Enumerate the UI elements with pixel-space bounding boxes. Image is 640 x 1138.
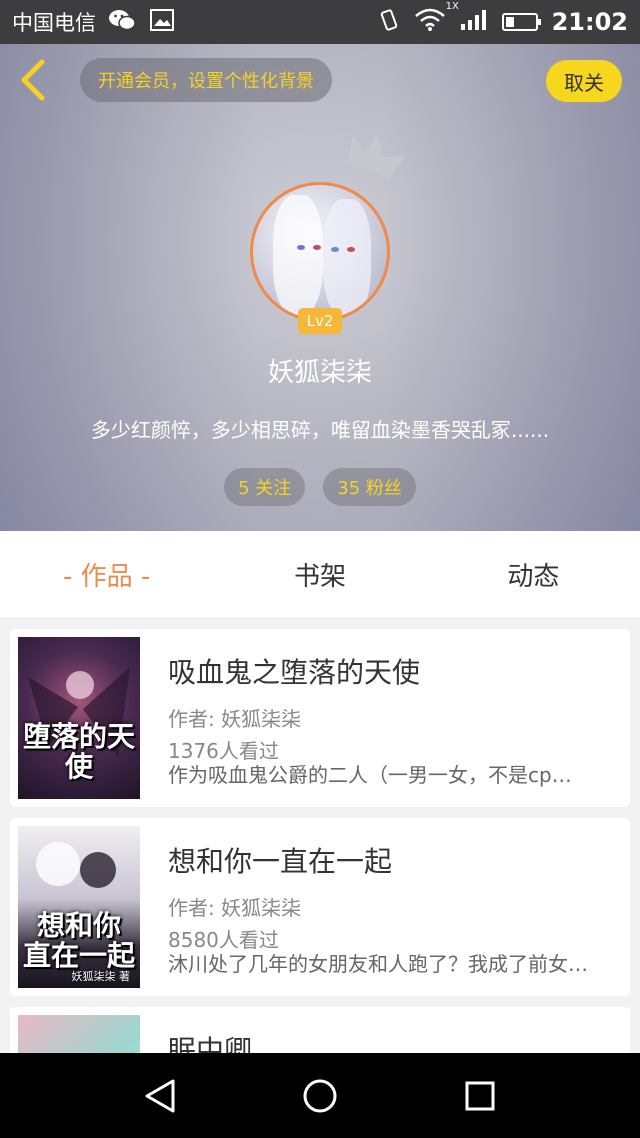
circle-home-icon — [303, 1079, 337, 1112]
status-bar: 中国电信 1X 21:02 — [0, 0, 640, 44]
book-title: 想和你一直在一起 — [168, 845, 393, 878]
book-description: 沐川处了几年的女朋友和人跑了？我成了前女… — [168, 952, 588, 976]
signal-icon: 1X — [446, 1, 488, 35]
book-author: 作者: 妖狐柒柒 — [168, 896, 302, 920]
tab-activity[interactable]: 动态 — [427, 531, 640, 618]
book-title: 吸血鬼之堕落的天使 — [168, 656, 421, 689]
book-author: 作者: 妖狐柒柒 — [168, 707, 302, 731]
book-cover[interactable] — [18, 1015, 140, 1053]
following-count-button[interactable]: 5 关注 — [224, 468, 306, 506]
image-icon — [150, 9, 174, 35]
square-recents-icon — [465, 1081, 495, 1110]
chevron-left-icon — [21, 59, 45, 101]
wifi-icon — [414, 8, 446, 36]
vip-background-button[interactable]: 开通会员，设置个性化背景 — [80, 58, 332, 102]
network-type-label: 1X — [445, 1, 459, 12]
wechat-icon — [108, 8, 136, 36]
battery-icon — [501, 13, 541, 31]
tab-works[interactable]: - 作品 - — [0, 531, 213, 618]
clock: 21:02 — [551, 8, 628, 36]
triangle-back-icon — [145, 1079, 175, 1112]
book-title: 眠中卿 — [168, 1034, 253, 1053]
system-nav-bar — [0, 1053, 640, 1138]
stats-row: 5 关注 35 粉丝 — [0, 468, 640, 506]
works-list: 堕落的天使 吸血鬼之堕落的天使 作者: 妖狐柒柒 1376人看过 作为吸血鬼公爵… — [0, 619, 640, 1053]
book-item[interactable]: 想和你 直在一起 妖狐柒柒 著 想和你一直在一起 作者: 妖狐柒柒 8580人看… — [10, 818, 630, 996]
profile-tabs: - 作品 - 书架 动态 — [0, 531, 640, 619]
tab-bookshelf[interactable]: 书架 — [213, 531, 426, 618]
book-cover[interactable]: 堕落的天使 — [18, 637, 140, 799]
level-badge: Lv2 — [298, 308, 342, 334]
carrier-label: 中国电信 — [12, 11, 96, 35]
book-item[interactable]: 堕落的天使 吸血鬼之堕落的天使 作者: 妖狐柒柒 1376人看过 作为吸血鬼公爵… — [10, 629, 630, 807]
nav-home-button[interactable] — [295, 1071, 345, 1121]
cover-author: 妖狐柒柒 著 — [71, 970, 131, 983]
nav-recents-button[interactable] — [455, 1071, 505, 1121]
user-bio: 多少红颜悴，多少相思碎，唯留血染墨香哭乱冢...... — [90, 418, 550, 442]
avatar[interactable] — [250, 182, 390, 322]
profile-header: 开通会员，设置个性化背景 取关 Lv2 妖狐柒柒 多少红颜悴，多少相思碎，唯留血… — [0, 44, 640, 531]
unfollow-button[interactable]: 取关 — [546, 60, 622, 102]
cover-title: 堕落的天使 — [22, 720, 135, 783]
vibrate-icon — [378, 8, 400, 36]
book-description: 作为吸血鬼公爵的二人（一男一女，不是cp… — [168, 763, 572, 787]
book-cover[interactable]: 想和你 直在一起 妖狐柒柒 著 — [18, 826, 140, 988]
book-item[interactable]: 眠中卿 — [10, 1007, 630, 1053]
followers-count-button[interactable]: 35 粉丝 — [323, 468, 416, 506]
username: 妖狐柒柒 — [267, 358, 372, 388]
nav-back-button[interactable] — [135, 1071, 185, 1121]
back-button[interactable] — [14, 58, 58, 102]
cover-title: 想和你 直在一起 — [22, 909, 135, 972]
